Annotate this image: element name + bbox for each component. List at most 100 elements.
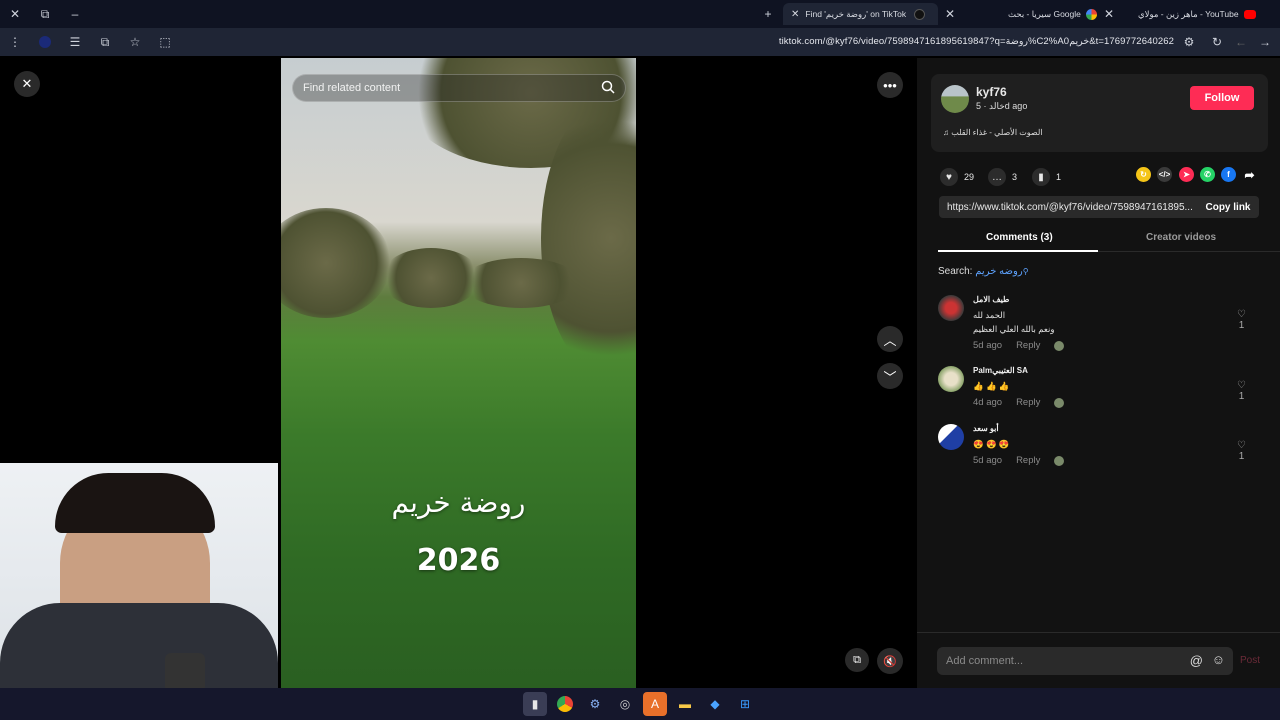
app-a-icon[interactable]: A: [643, 692, 667, 716]
author-avatar[interactable]: [941, 85, 969, 113]
heart-outline-icon[interactable]: ♡: [1237, 380, 1246, 391]
obs-icon[interactable]: ◎: [613, 692, 637, 716]
like-count: 29: [964, 172, 975, 182]
comment-like-count: 1: [1238, 451, 1245, 462]
share-link-box: https://www.tiktok.com/@kyf76/video/7598…: [939, 196, 1259, 218]
close-tab-icon[interactable]: ✕: [935, 0, 965, 28]
search-suggestion[interactable]: Search: روضه خريم⚲: [938, 266, 1029, 277]
video-search-placeholder: Find related content: [303, 82, 401, 94]
previous-video-icon[interactable]: ︿: [877, 326, 903, 352]
post-button[interactable]: Post: [1240, 655, 1260, 666]
creator-liked-avatar: [1054, 397, 1065, 408]
taskbar-app-icon[interactable]: ▮: [523, 692, 547, 716]
comment-stat[interactable]: … 3: [988, 168, 1017, 186]
heart-outline-icon[interactable]: ♡: [1237, 309, 1246, 320]
video-search-input[interactable]: Find related content: [292, 74, 626, 102]
windows-start-icon[interactable]: ⊞: [733, 692, 757, 716]
back-icon[interactable]: →: [1250, 28, 1280, 56]
webcam-overlay: [0, 463, 278, 688]
sound-name: الصوت الأصلي - غذاء القلب: [951, 128, 1043, 137]
heart-icon[interactable]: ♥: [940, 168, 958, 186]
menu-dots-icon[interactable]: ⋮: [0, 28, 30, 56]
comment-time: 5d ago: [973, 340, 1003, 351]
comment-like-count: 1: [1238, 391, 1245, 402]
bookmark-star-icon[interactable]: ☆: [120, 28, 150, 56]
restore-window-icon[interactable]: ⧉: [30, 0, 60, 28]
comment-like[interactable]: ♡ 1: [1237, 440, 1246, 462]
comment-time: 4d ago: [973, 397, 1003, 408]
like-stat[interactable]: ♥ 29: [940, 168, 974, 186]
screenshot-icon[interactable]: ⬚: [150, 28, 180, 56]
add-comment-input[interactable]: Add comment... @ ☺: [937, 647, 1233, 675]
site-settings-icon[interactable]: ⚙: [1174, 28, 1204, 56]
comment-bubble-icon[interactable]: …: [988, 168, 1006, 186]
close-window-icon[interactable]: ✕: [0, 0, 30, 28]
author-meta: خالد · 5d ago: [976, 101, 1028, 111]
bookmark-icon[interactable]: ▮: [1032, 168, 1050, 186]
reading-list-icon[interactable]: ☰: [60, 28, 90, 56]
browser-tab-strip: ✕ ⧉ – + ✕ Find 'روضة خريم' on TikTok | T…: [0, 0, 1280, 28]
extensions-icon[interactable]: ⧉: [90, 28, 120, 56]
commenter-name[interactable]: طيف الامل: [973, 295, 1258, 304]
copy-link-button[interactable]: Copy link: [1197, 196, 1259, 218]
comment-text: 👍 👍 👍: [973, 379, 1258, 393]
mute-icon[interactable]: 🔇: [877, 648, 903, 674]
embed-icon[interactable]: </>: [1157, 167, 1172, 182]
commenter-name[interactable]: Palmالعتيبي SA: [973, 366, 1258, 375]
commenter-avatar[interactable]: [938, 366, 964, 392]
comment-meta: 4d ago Reply: [973, 397, 1258, 408]
whatsapp-icon[interactable]: ✆: [1200, 167, 1215, 182]
profile-icon[interactable]: [30, 28, 60, 56]
comment-time: 5d ago: [973, 455, 1003, 466]
emoji-icon[interactable]: ☺: [1212, 652, 1225, 667]
mention-icon[interactable]: @: [1190, 653, 1203, 668]
close-tab-icon[interactable]: ✕: [1094, 0, 1124, 28]
tab-tiktok[interactable]: ✕ Find 'روضة خريم' on TikTok | Ti: [783, 3, 938, 25]
facebook-icon[interactable]: f: [1221, 167, 1236, 182]
panel-tabs: Comments (3) Creator videos: [938, 230, 1280, 252]
file-explorer-icon[interactable]: ▬: [673, 692, 697, 716]
reply-button[interactable]: Reply: [1016, 455, 1040, 466]
save-count: 1: [1056, 172, 1062, 182]
commenter-avatar[interactable]: [938, 295, 964, 321]
minimize-window-icon[interactable]: –: [60, 0, 90, 28]
chrome-icon[interactable]: [553, 692, 577, 716]
tab-comments[interactable]: Comments (3): [986, 232, 1053, 243]
follow-button[interactable]: Follow: [1190, 86, 1254, 110]
commenter-avatar[interactable]: [938, 424, 964, 450]
search-term[interactable]: روضه خريم: [975, 266, 1022, 277]
next-video-icon[interactable]: ﹀: [877, 363, 903, 389]
close-viewer-icon[interactable]: ✕: [14, 71, 40, 97]
search-icon[interactable]: [601, 80, 615, 94]
app-diamond-icon[interactable]: ◆: [703, 692, 727, 716]
sound-link[interactable]: ♫ الصوت الأصلي - غذاء القلب: [943, 128, 1043, 137]
tab-creator-videos[interactable]: Creator videos: [1146, 232, 1216, 243]
new-tab-icon[interactable]: +: [753, 0, 783, 28]
author-nickname: خالد: [989, 101, 1005, 111]
close-tab-icon[interactable]: ✕: [791, 9, 799, 20]
url-field[interactable]: tiktok.com/@kyf76/video/7598947161895619…: [779, 36, 1174, 47]
share-link[interactable]: https://www.tiktok.com/@kyf76/video/7598…: [947, 202, 1193, 213]
steam-icon[interactable]: ⚙: [583, 692, 607, 716]
reply-button[interactable]: Reply: [1016, 340, 1040, 351]
pip-icon[interactable]: ⧉: [845, 648, 869, 672]
comment-line: الحمد لله: [973, 310, 1006, 320]
reply-button[interactable]: Reply: [1016, 397, 1040, 408]
share-arrow-icon[interactable]: ➦: [1242, 167, 1257, 182]
author-username[interactable]: kyf76: [976, 85, 1007, 99]
comment-line: ونعم بالله العلي العظيم: [973, 324, 1055, 334]
send-icon[interactable]: ➤: [1179, 167, 1194, 182]
save-stat[interactable]: ▮ 1: [1032, 168, 1061, 186]
youtube-favicon-icon: [1243, 9, 1256, 19]
tab-youtube[interactable]: ماهر زين - مولاي - YouTube: [1130, 3, 1280, 25]
heart-outline-icon[interactable]: ♡: [1237, 440, 1246, 451]
more-options-icon[interactable]: •••: [877, 72, 903, 98]
commenter-name[interactable]: أبو سعد: [973, 424, 1258, 433]
comment-like[interactable]: ♡ 1: [1237, 309, 1246, 331]
active-tab-indicator: [938, 250, 1098, 252]
repost-icon[interactable]: ↻: [1136, 167, 1151, 182]
video-player[interactable]: Find related content روضة خريم 2026: [281, 58, 636, 688]
comment-like[interactable]: ♡ 1: [1237, 380, 1246, 402]
author-card: kyf76 خالد · 5d ago Follow ♫ الصوت الأصل…: [931, 74, 1268, 152]
address-bar: ⋮ ☰ ⧉ ☆ ⬚ tiktok.com/@kyf76/video/759894…: [0, 28, 1280, 56]
